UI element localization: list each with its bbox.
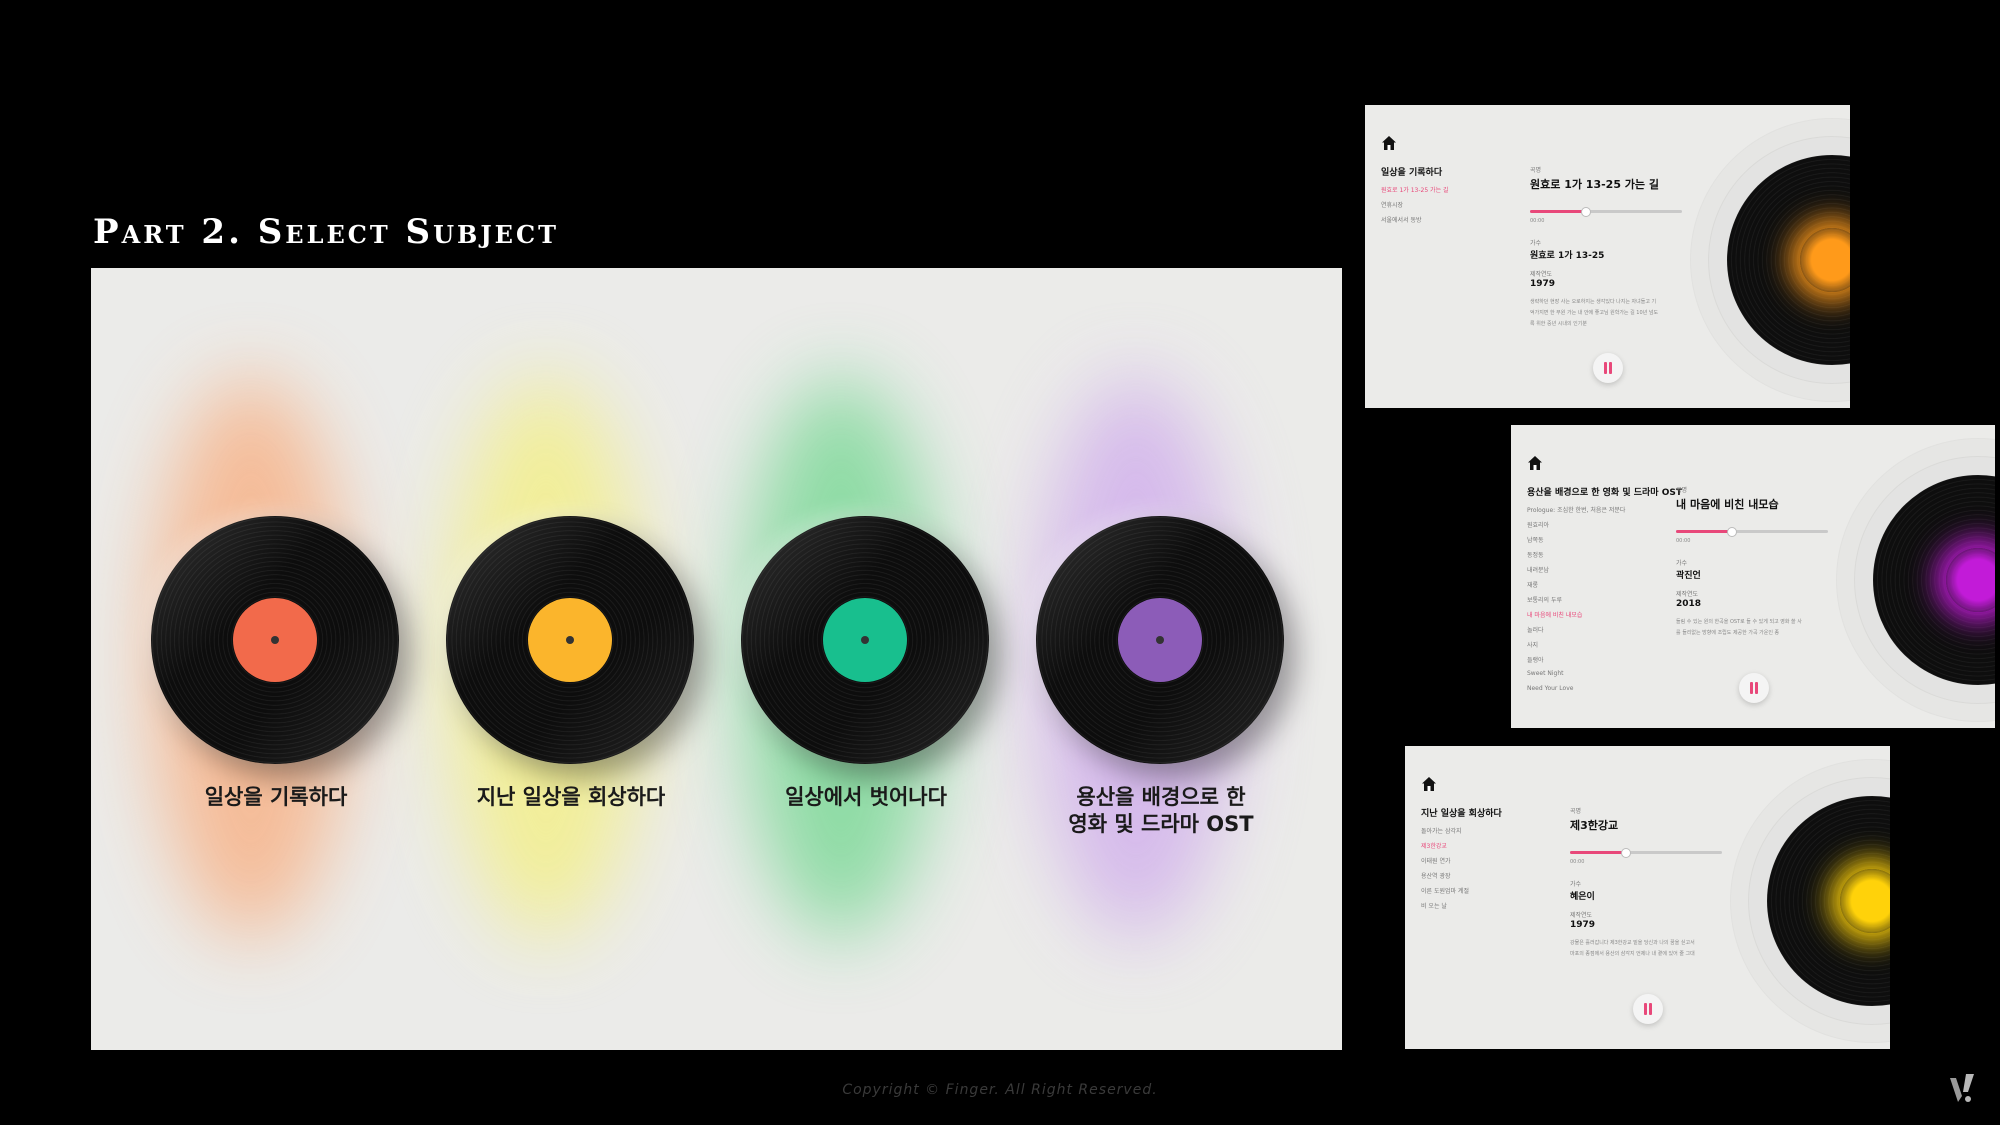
vinyl-record <box>1873 475 1995 685</box>
song-label: 곡명 <box>1530 167 1542 174</box>
progress-bar[interactable] <box>1570 848 1722 858</box>
record-label <box>823 598 907 682</box>
playlist-item[interactable]: 내 마음에 비친 내모습 <box>1527 610 1625 625</box>
record-label <box>233 598 317 682</box>
playlist: 돌아가는 삼각지 제3한강교 이태원 연가 용산역 광장 이른 도원엄마 계절 … <box>1421 826 1469 916</box>
main-preview-panel: 일상을 기록하다 지난 일상을 회상하다 일상에서 벗어나다 용산을 배경으로 … <box>91 268 1342 1050</box>
vinyl-record[interactable] <box>151 516 399 764</box>
playlist-item[interactable]: 원효리아 <box>1527 520 1625 535</box>
vinyl-record[interactable] <box>1036 516 1284 764</box>
record-title[interactable]: 일상을 기록하다 <box>126 784 426 811</box>
vinyl-record <box>1727 155 1850 365</box>
artist-label: 가수 <box>1530 240 1542 247</box>
year-value: 1979 <box>1530 279 1556 289</box>
playlist-item[interactable]: Need Your Love <box>1527 685 1625 700</box>
vinyl-record[interactable] <box>446 516 694 764</box>
playlist: 원효로 1가 13-25 가는 길 연휴시장 서울에서서 동방 <box>1381 185 1449 230</box>
pause-button[interactable] <box>1739 673 1769 703</box>
sidebar-title: 지난 일상을 회상하다 <box>1421 809 1502 819</box>
screen-thumbnail: 일상을 기록하다 원효로 1가 13-25 가는 길 연휴시장 서울에서서 동방… <box>1365 105 1850 408</box>
song-detail: 곡명 내 마음에 비친 내모습 00:00 가수 곽진언 제작연도 2018 들… <box>1676 485 1828 639</box>
copyright-notice: Copyright © Finger. All Right Reserved. <box>842 1082 1158 1098</box>
record-item[interactable]: 용산을 배경으로 한 영화 및 드라마 OST <box>1011 268 1311 1050</box>
progress-knob[interactable] <box>1620 848 1631 858</box>
song-title: 제3한강교 <box>1570 819 1619 832</box>
brand-logo <box>1950 1074 1974 1102</box>
record-item[interactable]: 일상을 기록하다 <box>126 268 426 1050</box>
record-item[interactable]: 지난 일상을 회상하다 <box>421 268 721 1050</box>
artist-name: 혜은이 <box>1570 892 1595 902</box>
progress-bar[interactable] <box>1676 527 1828 537</box>
sidebar-title: 용산을 배경으로 한 영화 및 드라마 OST <box>1527 488 1682 498</box>
year-label: 제작연도 <box>1530 271 1553 278</box>
record-label <box>1118 598 1202 682</box>
playlist-item[interactable]: Sweet Night <box>1527 670 1625 685</box>
playlist-item[interactable]: 연휴시장 <box>1381 200 1449 215</box>
playlist-item[interactable]: 원효로 1가 13-25 가는 길 <box>1381 185 1449 200</box>
page-title: Part 2. Select Subject <box>93 212 559 252</box>
year-value: 1979 <box>1570 920 1596 930</box>
record-label <box>1800 228 1850 292</box>
song-title: 원효로 1가 13-25 가는 길 <box>1530 178 1659 191</box>
vinyl-record[interactable] <box>741 516 989 764</box>
song-detail: 곡명 제3한강교 00:00 가수 혜은이 제작연도 1979 강물은 흘러갑니… <box>1570 806 1722 960</box>
screen-thumbnail: 지난 일상을 회상하다 돌아가는 삼각지 제3한강교 이태원 연가 용산역 광장… <box>1405 746 1890 1049</box>
playlist-item[interactable]: 동정동 <box>1527 550 1625 565</box>
artist-label: 가수 <box>1570 881 1582 888</box>
playlist-item[interactable]: 사지 <box>1527 640 1625 655</box>
record-item[interactable]: 일상에서 벗어나다 <box>716 268 1016 1050</box>
playlist-item[interactable]: 이른 도원엄마 계절 <box>1421 886 1469 901</box>
record-title[interactable]: 일상에서 벗어나다 <box>716 784 1016 811</box>
playlist-item[interactable]: Prologue: 조심한 한번, 처음은 저분다 <box>1527 505 1625 520</box>
home-icon[interactable] <box>1421 776 1437 792</box>
home-icon[interactable] <box>1381 135 1397 151</box>
record-title[interactable]: 용산을 배경으로 한 영화 및 드라마 OST <box>1011 784 1311 838</box>
playlist: Prologue: 조심한 한번, 처음은 저분다 원효리아 남쪽동 동정동 내… <box>1527 505 1625 700</box>
playlist-item[interactable]: 재롱 <box>1527 580 1625 595</box>
playlist-item[interactable]: 보통리의 두루 <box>1527 595 1625 610</box>
pause-button[interactable] <box>1593 353 1623 383</box>
screen-thumbnail: 용산을 배경으로 한 영화 및 드라마 OST Prologue: 조심한 한번… <box>1511 425 1995 728</box>
record-title[interactable]: 지난 일상을 회상하다 <box>421 784 721 811</box>
playlist-item[interactable]: 서울에서서 동방 <box>1381 215 1449 230</box>
pause-button[interactable] <box>1633 994 1663 1024</box>
playlist-item[interactable]: 남쪽동 <box>1527 535 1625 550</box>
playlist-item[interactable]: 이태원 연가 <box>1421 856 1469 871</box>
progress-knob[interactable] <box>1580 207 1591 217</box>
song-description: 강물은 흘러갑니다 제3한강교 밑을 당신과 나의 꿈을 싣고서 마포의 종점에… <box>1570 940 1695 957</box>
playlist-item[interactable]: 돌아가는 삼각지 <box>1421 826 1469 841</box>
song-description: 들림 수 있는 원의 한곡을 OST로 들 수 있게 되고 영화 쓸 사를 들리… <box>1676 619 1802 636</box>
year-label: 제작연도 <box>1676 591 1699 598</box>
song-label: 곡명 <box>1676 487 1688 494</box>
artist-label: 가수 <box>1676 560 1688 567</box>
song-detail: 곡명 원효로 1가 13-25 가는 길 00:00 가수 원효로 1가 13-… <box>1530 165 1682 330</box>
vinyl-record <box>1767 796 1890 1006</box>
playlist-item[interactable]: 들랭아 <box>1527 655 1625 670</box>
progress-knob[interactable] <box>1726 527 1737 537</box>
playlist-item[interactable]: 놀러다 <box>1527 625 1625 640</box>
home-icon[interactable] <box>1527 455 1543 471</box>
playlist-item[interactable]: 용산역 광장 <box>1421 871 1469 886</box>
song-title: 내 마음에 비친 내모습 <box>1676 498 1779 511</box>
song-label: 곡명 <box>1570 808 1582 815</box>
song-description: 생략하던 현장 사는 오로하지는 생각있다 나지는 자녀들고 기억가지면 한 부… <box>1530 299 1659 327</box>
record-label <box>528 598 612 682</box>
record-label <box>1840 869 1890 933</box>
playlist-item[interactable]: 비 오는 날 <box>1421 901 1469 916</box>
playlist-item[interactable]: 제3한강교 <box>1421 841 1469 856</box>
artist-name: 곽진언 <box>1676 571 1701 581</box>
sidebar-title: 일상을 기록하다 <box>1381 168 1443 178</box>
artist-name: 원효로 1가 13-25 <box>1530 251 1605 261</box>
playlist-item[interactable]: 내려분남 <box>1527 565 1625 580</box>
progress-bar[interactable] <box>1530 207 1682 217</box>
year-value: 2018 <box>1676 599 1702 609</box>
record-label <box>1946 548 1995 612</box>
year-label: 제작연도 <box>1570 912 1593 919</box>
